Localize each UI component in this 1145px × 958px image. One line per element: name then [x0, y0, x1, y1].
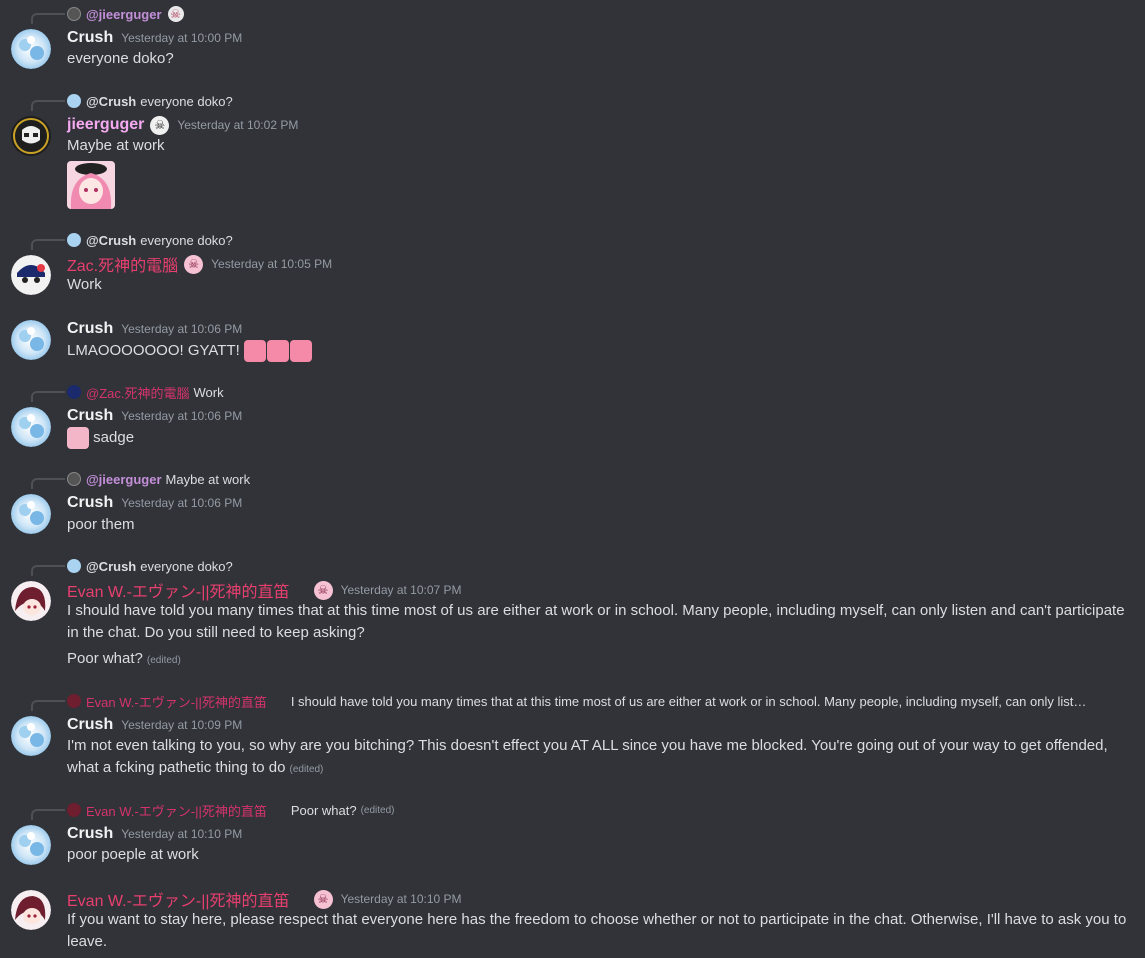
message-content: LMAOOOOOOO! GYATT! [67, 340, 1132, 363]
avatar[interactable] [11, 320, 51, 360]
username[interactable]: Crush [67, 407, 113, 425]
message-text: LMAOOOOOOO! GYATT! [67, 342, 240, 359]
avatar [67, 233, 81, 247]
timestamp[interactable]: Yesterday at 10:00 PM [121, 31, 242, 45]
timestamp[interactable]: Yesterday at 10:09 PM [121, 718, 242, 732]
reply-text: Maybe at work [165, 471, 251, 487]
reply-spine [31, 809, 65, 820]
avatar[interactable] [11, 581, 51, 621]
timestamp[interactable]: Yesterday at 10:06 PM [121, 322, 242, 336]
edited-label: (edited) [289, 764, 324, 775]
reply-preview[interactable]: @Crush everyone doko? [67, 92, 233, 110]
avatar [67, 94, 81, 108]
timestamp[interactable]: Yesterday at 10:05 PM [211, 257, 332, 271]
message-content: Poor what? (edited) [67, 648, 1132, 672]
avatar [67, 472, 81, 486]
message-text: Work [67, 276, 102, 293]
reply-author[interactable]: @Crush [86, 94, 136, 109]
reply-spine [31, 100, 65, 111]
reply-author[interactable]: @Crush [86, 233, 136, 248]
avatar[interactable] [11, 116, 51, 156]
reply-author[interactable]: @Crush [86, 559, 136, 574]
pink-skull-icon: ☠ [313, 580, 333, 600]
message-text: Maybe at work [67, 137, 165, 154]
message-text: I'm not even talking to you, so why are … [67, 737, 1108, 776]
username[interactable]: Crush [67, 320, 113, 338]
reply-preview[interactable]: @Zac.死神的電腦 Work [67, 383, 224, 401]
reply-text: everyone doko? [140, 232, 233, 248]
avatar[interactable] [11, 890, 51, 930]
avatar [67, 559, 81, 573]
edited-label: (edited) [146, 655, 181, 666]
username[interactable]: Crush [67, 494, 113, 512]
reply-author[interactable]: @Zac.死神的電腦 [86, 383, 189, 402]
reply-preview[interactable]: @Crush everyone doko? [67, 231, 233, 249]
reply-spine [31, 700, 65, 711]
message-text: poor poeple at work [67, 846, 199, 863]
anime-sticker-image[interactable] [67, 161, 115, 209]
reply-spine [31, 478, 65, 489]
reply-author[interactable]: Evan W.-エヴァン-||死神的直笛 [86, 692, 267, 711]
skull-icon: ☠ [150, 115, 170, 135]
avatar[interactable] [11, 407, 51, 447]
reply-text: everyone doko? [140, 93, 233, 109]
message-text: everyone doko? [67, 50, 174, 67]
message-text: If you want to stay here, please respect… [67, 911, 1127, 950]
avatar [67, 385, 81, 399]
timestamp[interactable]: Yesterday at 10:10 PM [341, 892, 462, 906]
reply-text: Poor what? [290, 802, 357, 818]
pink-face-emoji-icon[interactable] [266, 340, 289, 363]
reply-author[interactable]: Evan W.-エヴァン-||死神的直笛 [86, 801, 267, 820]
username[interactable]: Crush [67, 825, 113, 843]
avatar[interactable] [11, 494, 51, 534]
timestamp[interactable]: Yesterday at 10:07 PM [341, 583, 462, 597]
timestamp[interactable]: Yesterday at 10:02 PM [177, 118, 298, 132]
username[interactable]: Evan W.-エヴァン-||死神的直笛 [67, 578, 290, 602]
reply-text: Work [193, 384, 224, 400]
message-text: poor them [67, 516, 135, 533]
reply-text: everyone doko? [140, 558, 233, 574]
avatar[interactable] [11, 825, 51, 865]
pink-skull-icon: ☠ [313, 889, 333, 909]
message-content: sadge [67, 427, 1132, 450]
timestamp[interactable]: Yesterday at 10:10 PM [121, 827, 242, 841]
pink-face-emoji-icon[interactable] [289, 340, 312, 363]
avatar[interactable] [11, 29, 51, 69]
avatar [67, 803, 81, 817]
reply-spine [31, 13, 65, 24]
reply-spine [31, 391, 65, 402]
reply-preview[interactable]: @Crush everyone doko? [67, 557, 233, 575]
crying-girl-emoji-icon[interactable] [67, 427, 89, 450]
timestamp[interactable]: Yesterday at 10:06 PM [121, 496, 242, 510]
message-text: sadge [93, 429, 135, 446]
reply-author[interactable]: @jieerguger [86, 7, 162, 22]
reply-preview[interactable]: @jieerguger Maybe at work [67, 470, 250, 488]
timestamp[interactable]: Yesterday at 10:06 PM [121, 409, 242, 423]
avatar[interactable] [11, 716, 51, 756]
username[interactable]: Crush [67, 716, 113, 734]
username[interactable]: Evan W.-エヴァン-||死神的直笛 [67, 887, 290, 911]
pink-skull-icon: ☠ [184, 254, 204, 274]
avatar [67, 7, 81, 21]
reply-spine [31, 565, 65, 576]
avatar [67, 694, 81, 708]
edited-label: (edited) [360, 804, 395, 816]
reply-preview[interactable]: Evan W.-エヴァン-||死神的直笛 Poor what? (edited) [67, 801, 395, 819]
reply-preview[interactable]: @jieerguger ☠ [67, 5, 184, 23]
reply-author[interactable]: @jieerguger [86, 472, 162, 487]
message-text: Poor what? [67, 650, 143, 667]
message-text: I should have told you many times that a… [67, 602, 1125, 641]
username[interactable]: jieerguger [67, 116, 144, 134]
avatar[interactable] [11, 255, 51, 295]
username[interactable]: Crush [67, 29, 113, 47]
message-content: I'm not even talking to you, so why are … [67, 735, 1132, 781]
skull-icon: ☠ [167, 6, 184, 22]
reply-preview[interactable]: Evan W.-エヴァン-||死神的直笛 I should have told … [67, 692, 1086, 710]
reply-spine [31, 239, 65, 250]
reply-text: I should have told you many times that a… [290, 693, 1087, 709]
pink-face-emoji-icon[interactable] [243, 340, 266, 363]
username[interactable]: Zac.死神的電腦 [67, 252, 178, 276]
